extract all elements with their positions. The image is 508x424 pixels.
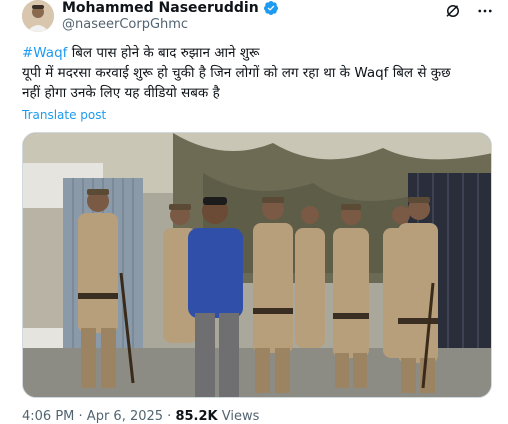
video-thumbnail <box>23 133 491 397</box>
meta-separator: · <box>74 409 87 424</box>
more-options-icon[interactable] <box>476 2 494 20</box>
avatar[interactable] <box>22 0 54 32</box>
tweet-line-1-text: बिल पास होने के बाद रुझान आने शुरू <box>67 45 260 61</box>
meta-separator-2: · <box>163 409 176 424</box>
tweet-date[interactable]: Apr 6, 2025 <box>87 409 163 424</box>
tweet-line-2: यूपी में मदरसा करवाई शुरू हो चुकी है जिन… <box>22 65 451 81</box>
video-media[interactable] <box>22 132 492 398</box>
views-count: 85.2K <box>175 409 218 424</box>
hashtag-link[interactable]: #Waqf <box>22 45 67 61</box>
translate-post-link[interactable]: Translate post <box>22 108 106 122</box>
tweet-text: #Waqf बिल पास होने के बाद रुझान आने शुरू… <box>22 43 498 103</box>
author-display-name[interactable]: Mohammed Naseeruddin <box>62 0 259 16</box>
author-name-row: Mohammed Naseeruddin <box>62 0 279 18</box>
verified-badge-icon <box>263 1 278 15</box>
tweet-meta: 4:06 PM · Apr 6, 2025 · 85.2K Views <box>22 409 259 424</box>
profile-photo-icon <box>22 0 54 32</box>
views-label: Views <box>217 409 260 424</box>
author-handle[interactable]: @naseerCorpGhmc <box>62 17 188 32</box>
tweet-line-3: नहीं होगा उनके लिए यह वीडियो सबक है <box>22 85 220 101</box>
grok-icon[interactable] <box>444 2 462 20</box>
tweet-top-actions <box>444 2 494 20</box>
tweet-line-1: #Waqf बिल पास होने के बाद रुझान आने शुरू <box>22 43 498 63</box>
tweet-time[interactable]: 4:06 PM <box>22 409 74 424</box>
